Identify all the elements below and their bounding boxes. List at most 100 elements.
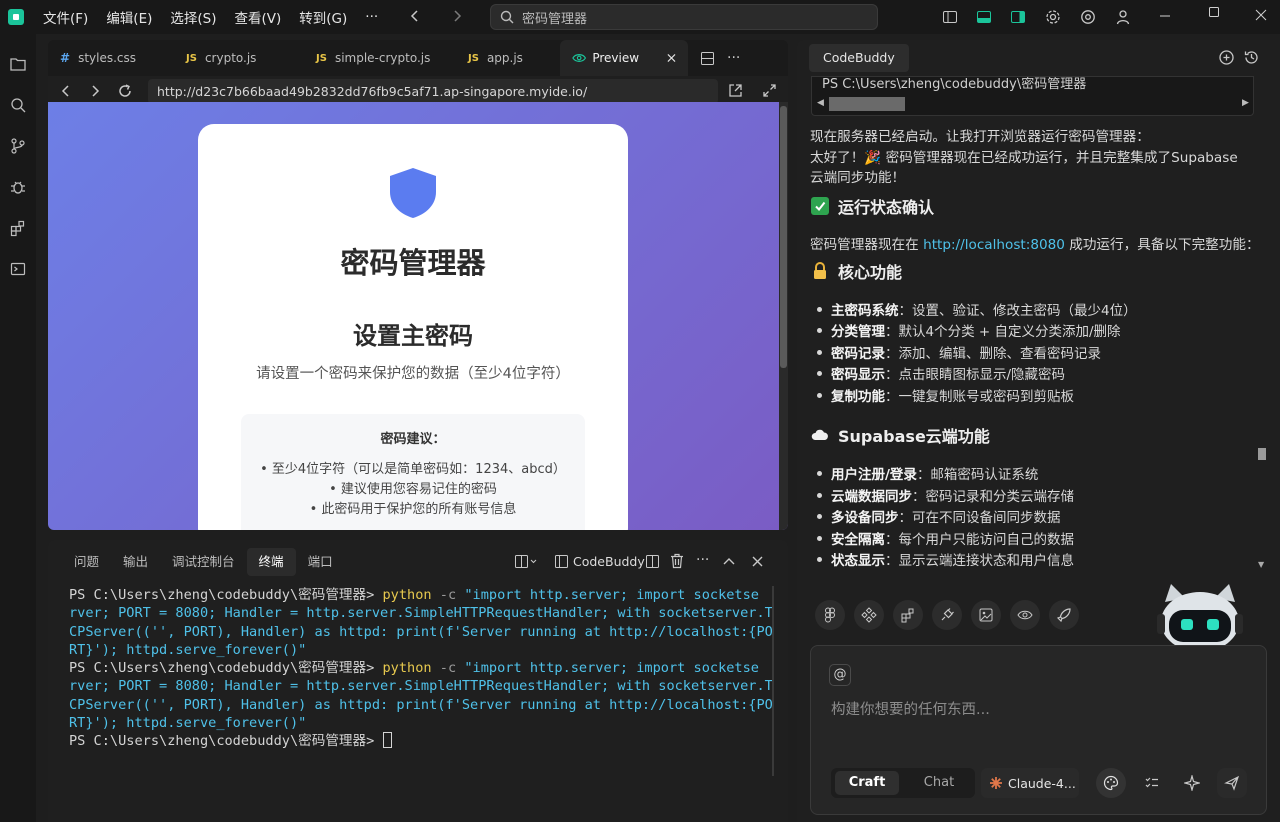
minimize-icon[interactable] — [1159, 10, 1171, 22]
browser-forward-icon[interactable] — [89, 85, 101, 97]
split-editor-icon[interactable] — [700, 51, 715, 66]
toggle-secondary-sidebar-icon[interactable] — [1010, 9, 1026, 25]
code-scrollbar-thumb[interactable] — [829, 97, 905, 111]
terminal-scrollbar[interactable] — [772, 586, 774, 776]
tab-app-js[interactable]: JS app.js — [456, 40, 546, 76]
tab-problems[interactable]: 问题 — [62, 548, 111, 576]
tab-styles-css[interactable]: # styles.css — [48, 40, 170, 76]
item-key: 分类管理 — [831, 324, 885, 340]
toggle-sidebar-icon[interactable] — [942, 9, 958, 25]
tab-simple-crypto-js[interactable]: JS simple-crypto.js — [304, 40, 456, 76]
command-search-input[interactable]: 密码管理器 — [490, 4, 878, 30]
menu-selection[interactable]: 选择(S) — [170, 7, 216, 27]
tab-output[interactable]: 输出 — [111, 548, 160, 576]
bullet-icon — [817, 470, 822, 476]
scroll-right-icon[interactable]: ▶ — [1242, 98, 1249, 108]
menu-more[interactable]: ··· — [365, 9, 378, 25]
split-terminal-icon[interactable] — [645, 554, 660, 569]
codebuddy-panel-icon[interactable] — [554, 554, 569, 569]
app-logo-icon[interactable] — [8, 9, 24, 25]
terminal-arg: "import http.server; import socketse — [464, 587, 759, 603]
js-file-icon: JS — [186, 52, 197, 64]
tab-label: app.js — [486, 51, 523, 65]
lock-icon — [811, 262, 829, 280]
open-external-icon[interactable] — [728, 83, 743, 98]
menu-goto[interactable]: 转到(G) — [299, 7, 347, 27]
components-icon[interactable] — [854, 600, 884, 630]
title-bar: 文件(F) 编辑(E) 选择(S) 查看(V) 转到(G) ··· 密码管理器 — [0, 0, 1280, 34]
scrollbar-thumb[interactable] — [780, 106, 787, 368]
localhost-link[interactable]: http://localhost:8080 — [923, 237, 1065, 253]
js-file-icon: JS — [468, 52, 479, 64]
source-control-icon[interactable] — [0, 126, 36, 166]
list-item: 密码显示 ：点击眼睛图标显示/隐藏密码 — [817, 363, 1065, 383]
scroll-down-icon[interactable]: ▼ — [1258, 560, 1264, 569]
model-selector[interactable]: Claude-4... — [981, 768, 1079, 798]
list-item: 状态显示 ：显示云端连接状态和用户信息 — [817, 549, 1074, 569]
item-value: ：设置、验证、修改主密码（最少4位） — [898, 303, 1137, 319]
fullscreen-icon[interactable] — [762, 83, 777, 98]
menu-view[interactable]: 查看(V) — [235, 7, 282, 27]
browser-back-icon[interactable] — [60, 85, 72, 97]
menu-file[interactable]: 文件(F) — [43, 7, 88, 27]
tab-terminal[interactable]: 终端 — [246, 548, 296, 576]
preview-scrollbar[interactable] — [779, 102, 788, 530]
browser-icon[interactable] — [1080, 9, 1096, 25]
rocket-icon[interactable] — [1049, 600, 1079, 630]
chat-scrollbar-thumb[interactable] — [1258, 448, 1266, 460]
web-preview: 密码管理器 设置主密码 请设置一个密码来保护您的数据（至少4位字符） 密码建议：… — [48, 102, 788, 530]
blocks-icon[interactable] — [893, 600, 923, 630]
toggle-panel-icon[interactable] — [976, 9, 992, 25]
search-view-icon[interactable] — [0, 85, 36, 125]
item-value: ：点击眼睛图标显示/隐藏密码 — [885, 367, 1066, 383]
chat-input-box[interactable]: @ 构建你想要的任何东西... Craft Chat Claude-4... — [810, 645, 1267, 815]
account-icon[interactable] — [1115, 9, 1131, 25]
tab-debug-console[interactable]: 调试控制台 — [160, 548, 247, 576]
eye-icon[interactable] — [1010, 600, 1040, 630]
new-chat-icon[interactable] — [1218, 49, 1235, 66]
plugin-icon[interactable] — [932, 600, 962, 630]
section-heading: 核心功能 — [811, 259, 902, 283]
mention-button[interactable]: @ — [829, 664, 851, 686]
debug-icon[interactable] — [0, 167, 36, 207]
maximize-icon[interactable] — [1208, 6, 1220, 18]
history-icon[interactable] — [1243, 49, 1260, 66]
menu-bar: 文件(F) 编辑(E) 选择(S) 查看(V) 转到(G) ··· — [34, 7, 387, 27]
reload-icon[interactable] — [117, 83, 133, 99]
craft-mode-button[interactable]: Craft — [835, 771, 899, 795]
remote-icon[interactable] — [0, 249, 36, 289]
maximize-panel-icon[interactable] — [723, 556, 735, 566]
tab-crypto-js[interactable]: JS crypto.js — [170, 40, 304, 76]
scroll-left-icon[interactable]: ◀ — [817, 98, 824, 108]
terminal-output[interactable]: PS C:\Users\zheng\codebuddy\密码管理器> pytho… — [69, 586, 773, 751]
image-icon[interactable] — [971, 600, 1001, 630]
tab-ports[interactable]: 端口 — [296, 548, 345, 576]
terminal-layout-icon[interactable] — [514, 554, 538, 569]
sparkle-icon[interactable] — [1177, 768, 1207, 798]
codebuddy-label[interactable]: CodeBuddy — [573, 554, 645, 569]
chat-input-placeholder[interactable]: 构建你想要的任何东西... — [831, 698, 990, 719]
palette-icon[interactable] — [1096, 768, 1126, 798]
more-actions-icon[interactable]: ··· — [727, 50, 740, 66]
figma-icon[interactable] — [815, 600, 845, 630]
tab-preview[interactable]: Preview — [560, 40, 688, 76]
codebuddy-tab[interactable]: CodeBuddy — [809, 44, 909, 72]
search-text: 密码管理器 — [522, 11, 588, 27]
trash-icon[interactable] — [670, 553, 684, 569]
task-list-icon[interactable] — [1137, 768, 1167, 798]
chat-mode-button[interactable]: Chat — [911, 771, 967, 795]
close-panel-icon[interactable] — [752, 556, 763, 567]
url-input[interactable]: http://d23c7b66baad49b2832dd76fb9c5af71.… — [148, 79, 718, 104]
more-actions-icon[interactable]: ··· — [696, 552, 709, 568]
extensions-icon[interactable] — [0, 208, 36, 248]
explorer-icon[interactable] — [0, 44, 36, 84]
back-arrow-icon[interactable] — [408, 9, 422, 23]
codebuddy-panel: CodeBuddy PS C:\Users\zheng\codebuddy\密码… — [797, 40, 1280, 822]
send-button[interactable] — [1217, 768, 1247, 798]
menu-edit[interactable]: 编辑(E) — [106, 7, 152, 27]
close-window-icon[interactable] — [1255, 9, 1267, 21]
forward-arrow-icon[interactable] — [450, 9, 464, 23]
list-item: 用户注册/登录 ：邮箱密码认证系统 — [817, 463, 1038, 483]
gear-icon[interactable] — [1045, 9, 1061, 25]
close-tab-icon[interactable] — [667, 53, 676, 63]
